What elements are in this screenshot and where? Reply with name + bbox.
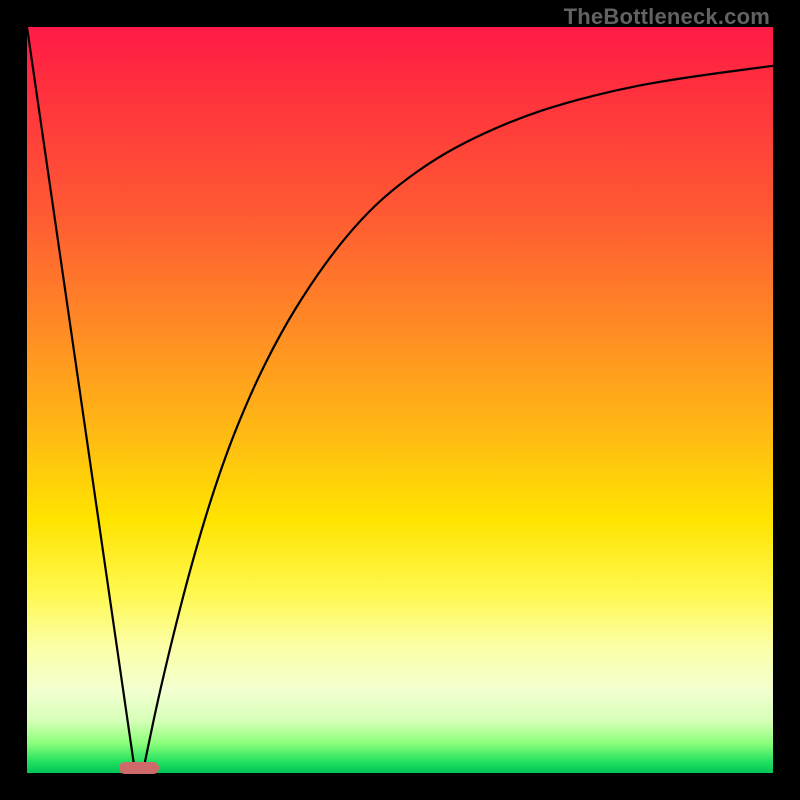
v-right-curve [143, 66, 773, 773]
plot-area [27, 27, 773, 773]
minimum-marker [119, 762, 159, 774]
curve-layer [27, 27, 773, 773]
v-left-line [27, 27, 135, 773]
chart-frame: TheBottleneck.com [0, 0, 800, 800]
